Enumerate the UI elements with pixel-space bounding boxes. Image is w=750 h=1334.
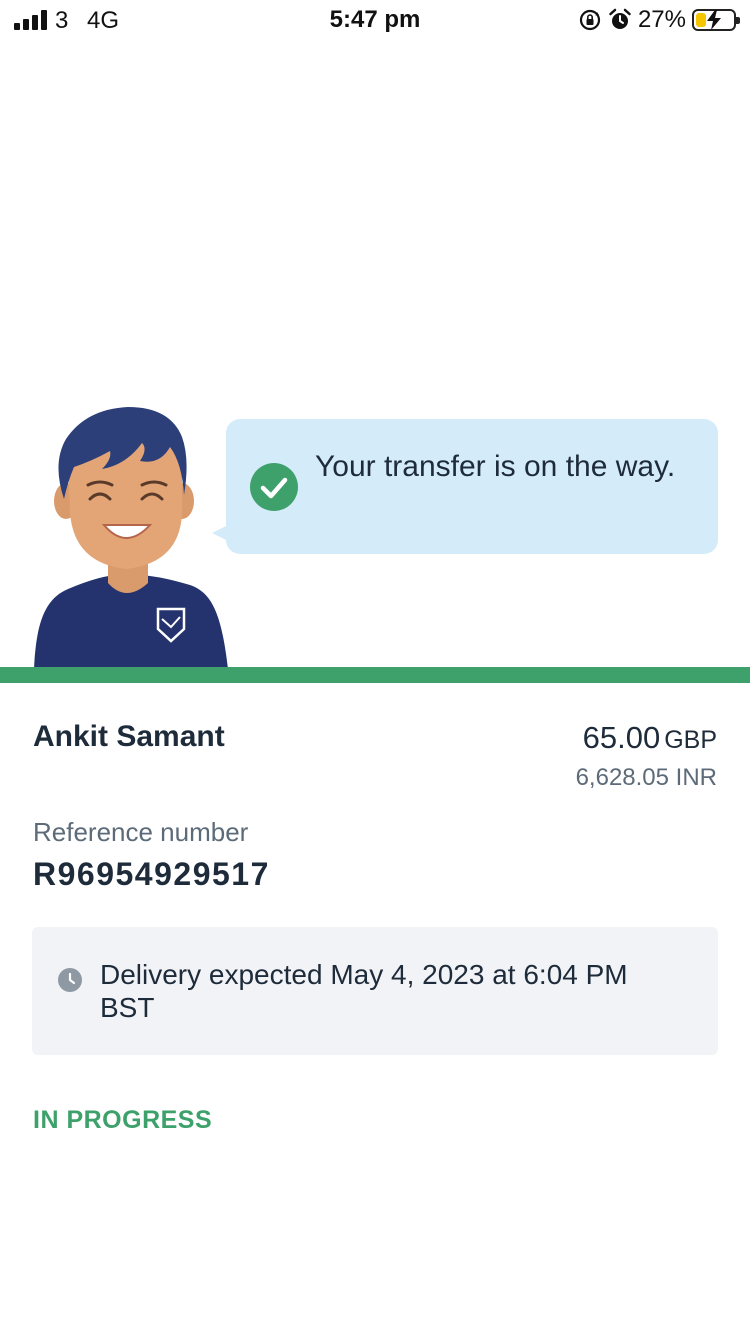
recipient-name: Ankit Samant (33, 720, 225, 753)
status-right-group: 27% (578, 6, 740, 34)
reference-number: R96954929517 (33, 856, 270, 892)
transfer-hero: Your transfer is on the way. (0, 395, 750, 683)
source-amount-value: 65.00 (582, 720, 661, 755)
status-bar: 3 4G 5:47 pm 27% (0, 0, 750, 40)
source-amount: 65.00 GBP (583, 720, 717, 756)
reference-label: Reference number (33, 817, 249, 847)
transfer-status-message: Your transfer is on the way. (315, 450, 676, 483)
transfer-status-label: IN PROGRESS (33, 1106, 213, 1134)
delivery-estimate-card: Delivery expected May 4, 2023 at 6:04 PM… (32, 927, 718, 1055)
alarm-icon (609, 8, 631, 29)
status-divider-bar (0, 667, 750, 683)
source-currency: GBP (664, 726, 717, 754)
rotation-lock-icon (579, 9, 601, 31)
target-amount: 6,628.05 INR (575, 764, 717, 791)
speech-bubble: Your transfer is on the way. (226, 419, 718, 554)
battery-percent: 27% (637, 6, 686, 33)
battery-charging-icon (692, 9, 740, 31)
clock-icon (58, 968, 82, 992)
delivery-estimate-text: Delivery expected May 4, 2023 at 6:04 PM… (100, 959, 628, 1023)
charging-bolt-icon (707, 10, 721, 30)
check-circle-icon (250, 463, 298, 511)
support-agent-illustration (34, 407, 228, 669)
